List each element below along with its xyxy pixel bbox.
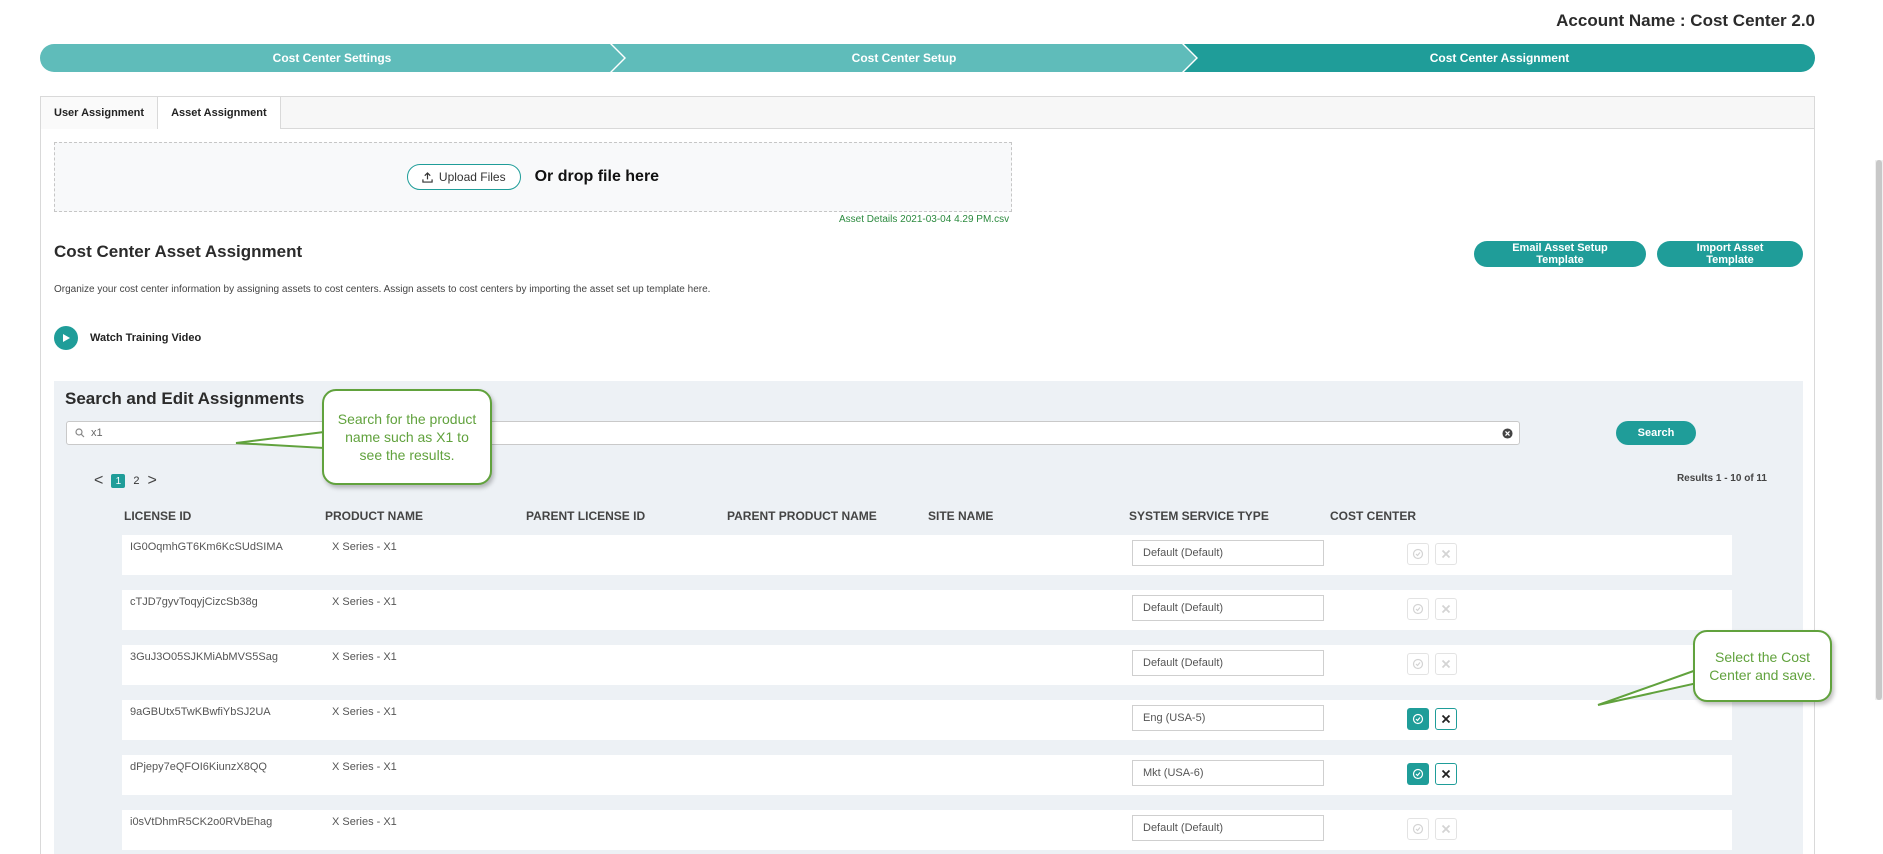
license-id-cell: dPjepy7eQFOI6KiunzX8QQ <box>130 761 267 773</box>
product-name-cell: X Series - X1 <box>332 706 397 718</box>
search-button[interactable]: Search <box>1616 421 1696 445</box>
prev-page-arrow[interactable]: < <box>94 472 103 490</box>
product-name-cell: X Series - X1 <box>332 596 397 608</box>
cancel-row-button[interactable] <box>1435 708 1457 730</box>
page-scrollbar[interactable] <box>1875 160 1883 700</box>
results-count: Results 1 - 10 of 11 <box>1676 473 1767 484</box>
save-row-button[interactable] <box>1407 763 1429 785</box>
page-1[interactable]: 1 <box>111 474 126 488</box>
next-page-arrow[interactable]: > <box>147 472 156 490</box>
table-header: LICENSE ID PRODUCT NAME PARENT LICENSE I… <box>124 509 1764 523</box>
file-dropzone[interactable]: Upload Files Or drop file here <box>54 142 1012 212</box>
search-hint-callout: Search for the product name such as X1 t… <box>322 389 492 485</box>
col-license-id: LICENSE ID <box>124 509 192 523</box>
table-row: 3GuJ3O05SJKMiAbMVS5Sag X Series - X1 Def… <box>122 645 1732 685</box>
drop-file-text: Or drop file here <box>534 168 660 185</box>
search-section-title: Search and Edit Assignments <box>65 389 305 408</box>
step-cost-center-assignment[interactable]: Cost Center Assignment <box>1184 44 1815 72</box>
check-icon <box>1412 713 1424 725</box>
close-icon <box>1440 658 1452 670</box>
license-id-cell: IG0OqmhGT6Km6KcSUdSIMA <box>130 541 283 553</box>
upload-files-button[interactable]: Upload Files <box>406 164 521 190</box>
col-parent-product-name: PARENT PRODUCT NAME <box>727 509 877 523</box>
table-row: IG0OqmhGT6Km6KcSUdSIMA X Series - X1 Def… <box>122 535 1732 575</box>
assignment-panel: User Assignment Asset Assignment Upload … <box>40 96 1815 854</box>
play-icon <box>54 326 78 350</box>
table-row: cTJD7gyvToqyjCizcSb38g X Series - X1 Def… <box>122 590 1732 630</box>
search-field[interactable] <box>66 421 1520 445</box>
page-2[interactable]: 2 <box>133 475 139 487</box>
license-id-cell: 3GuJ3O05SJKMiAbMVS5Sag <box>130 651 278 663</box>
save-row-button[interactable] <box>1407 653 1429 675</box>
close-icon <box>1440 603 1452 615</box>
wizard-stepper: Cost Center Settings Cost Center Setup C… <box>40 44 1815 72</box>
cost-center-select[interactable]: Eng (USA-5) <box>1132 705 1324 731</box>
check-icon <box>1412 658 1424 670</box>
cost-center-select[interactable]: Default (Default) <box>1132 650 1324 676</box>
cost-center-select[interactable]: Default (Default) <box>1132 595 1324 621</box>
cost-center-select[interactable]: Mkt (USA-6) <box>1132 760 1324 786</box>
check-icon <box>1412 768 1424 780</box>
save-row-button[interactable] <box>1407 598 1429 620</box>
cancel-row-button[interactable] <box>1435 653 1457 675</box>
license-id-cell: i0sVtDhmR5CK2o0RVbEhag <box>130 816 273 828</box>
clear-search-icon[interactable] <box>1502 427 1513 439</box>
tab-bar: User Assignment Asset Assignment <box>41 97 1814 129</box>
search-input[interactable] <box>91 427 1496 439</box>
col-site-name: SITE NAME <box>928 509 994 523</box>
product-name-cell: X Series - X1 <box>332 541 397 553</box>
import-asset-template-button[interactable]: Import Asset Template <box>1657 241 1803 267</box>
watch-training-video-link[interactable]: Watch Training Video <box>54 326 201 350</box>
close-icon <box>1440 768 1452 780</box>
upload-icon <box>422 171 433 183</box>
table-row: 9aGBUtx5TwKBwfiYbSJ2UA X Series - X1 Eng… <box>122 700 1732 740</box>
check-icon <box>1412 823 1424 835</box>
email-asset-setup-template-button[interactable]: Email Asset Setup Template <box>1474 241 1646 267</box>
close-icon <box>1440 823 1452 835</box>
cancel-row-button[interactable] <box>1435 543 1457 565</box>
save-hint-callout: Select the Cost Center and save. <box>1693 630 1832 702</box>
close-icon <box>1440 548 1452 560</box>
search-icon <box>75 428 85 438</box>
table-row: dPjepy7eQFOI6KiunzX8QQ X Series - X1 Mkt… <box>122 755 1732 795</box>
pagination: < 1 2 > <box>94 472 157 490</box>
product-name-cell: X Series - X1 <box>332 816 397 828</box>
table-row: i0sVtDhmR5CK2o0RVbEhag X Series - X1 Def… <box>122 810 1732 850</box>
license-id-cell: 9aGBUtx5TwKBwfiYbSJ2UA <box>130 706 271 718</box>
step-cost-center-settings[interactable]: Cost Center Settings <box>40 44 624 72</box>
cancel-row-button[interactable] <box>1435 598 1457 620</box>
tab-user-assignment[interactable]: User Assignment <box>41 97 159 129</box>
account-name: Account Name : Cost Center 2.0 <box>1556 11 1815 30</box>
cost-center-select[interactable]: Default (Default) <box>1132 815 1324 841</box>
cancel-row-button[interactable] <box>1435 763 1457 785</box>
cancel-row-button[interactable] <box>1435 818 1457 840</box>
tab-asset-assignment[interactable]: Asset Assignment <box>158 97 281 129</box>
col-product-name: PRODUCT NAME <box>325 509 423 523</box>
product-name-cell: X Series - X1 <box>332 761 397 773</box>
cost-center-select[interactable]: Default (Default) <box>1132 540 1324 566</box>
section-description: Organize your cost center information by… <box>54 284 711 295</box>
col-system-service-type: SYSTEM SERVICE TYPE <box>1129 509 1269 523</box>
scrollbar-thumb[interactable] <box>1876 160 1882 700</box>
product-name-cell: X Series - X1 <box>332 651 397 663</box>
col-parent-license-id: PARENT LICENSE ID <box>526 509 646 523</box>
upload-files-label: Upload Files <box>438 170 506 184</box>
search-edit-section: Search and Edit Assignments Search < 1 2… <box>54 381 1803 854</box>
watch-training-video-label: Watch Training Video <box>90 332 202 344</box>
section-title: Cost Center Asset Assignment <box>54 242 303 261</box>
save-row-button[interactable] <box>1407 708 1429 730</box>
check-icon <box>1412 603 1424 615</box>
close-icon <box>1440 713 1452 725</box>
uploaded-file-name: Asset Details 2021-03-04 4.29 PM.csv <box>839 214 1010 225</box>
col-cost-center: COST CENTER <box>1330 509 1417 523</box>
save-row-button[interactable] <box>1407 818 1429 840</box>
save-row-button[interactable] <box>1407 543 1429 565</box>
check-icon <box>1412 548 1424 560</box>
step-cost-center-setup[interactable]: Cost Center Setup <box>612 44 1196 72</box>
license-id-cell: cTJD7gyvToqyjCizcSb38g <box>130 596 258 608</box>
